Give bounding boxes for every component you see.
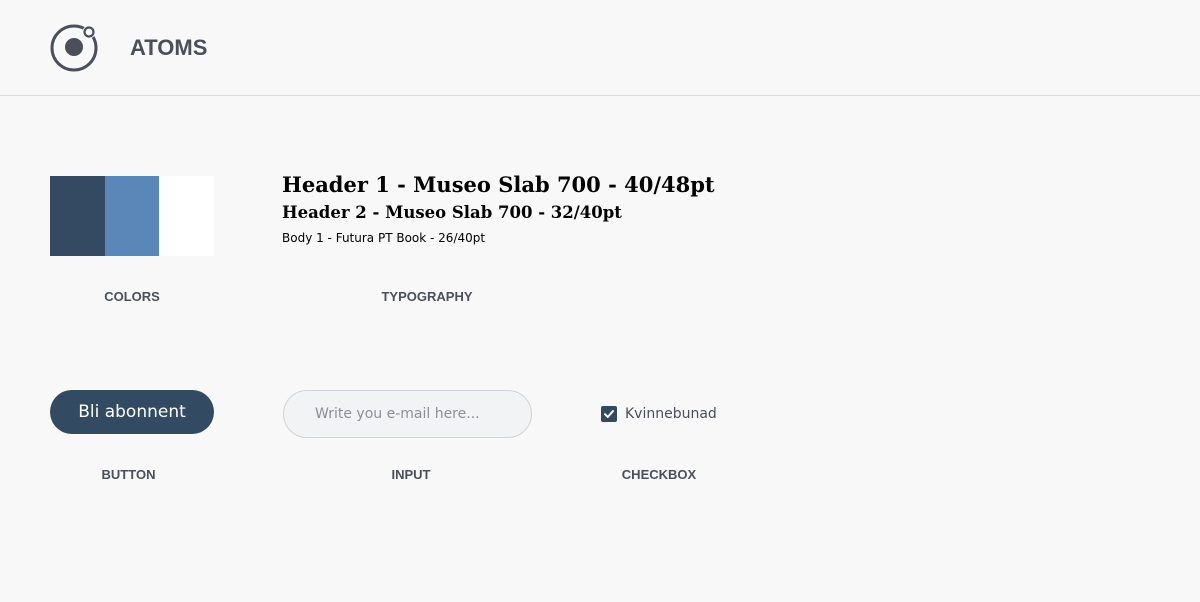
typography-header1-sample: Header 1 - Museo Slab 700 - 40/48pt [282,172,715,197]
color-swatches [50,176,214,256]
checkmark-icon[interactable] [601,406,617,422]
color-swatch-secondary [105,176,159,256]
typography-body1-sample: Body 1 - Futura PT Book - 26/40pt [282,231,486,245]
ionic-logo-icon [50,24,100,74]
colors-label: COLORS [104,289,160,304]
checkbox-label: CHECKBOX [621,467,697,482]
page-title: ATOMS [130,35,208,60]
typography-samples: Header 1 - Museo Slab 700 - 40/48pt Head… [282,170,715,250]
email-input[interactable] [283,390,532,438]
button-label: BUTTON [101,467,156,482]
color-swatch-white [159,176,214,256]
typography-header2-sample: Header 2 - Museo Slab 700 - 32/40pt [282,203,622,222]
typography-label: TYPOGRAPHY [381,289,473,304]
subscribe-button[interactable]: Bli abonnent [50,390,214,434]
input-label: INPUT [391,467,431,482]
color-swatch-primary [50,176,105,256]
kvinnebunad-checkbox[interactable]: Kvinnebunad [601,404,717,424]
checkbox-label-text: Kvinnebunad [625,406,717,422]
top-header: ATOMS [0,0,1200,96]
